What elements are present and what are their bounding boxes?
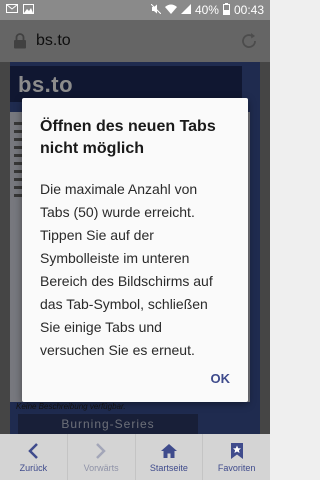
home-icon bbox=[160, 441, 178, 461]
forward-label: Vorwärts bbox=[83, 463, 119, 473]
home-label: Startseite bbox=[149, 463, 188, 473]
wifi-icon bbox=[164, 3, 177, 17]
image-icon bbox=[23, 3, 34, 17]
mute-icon bbox=[150, 3, 162, 17]
status-bar: 40% 00:43 bbox=[0, 0, 270, 20]
forward-arrow-icon bbox=[95, 441, 107, 461]
bookmarks-button[interactable]: Favoriten bbox=[203, 434, 270, 480]
back-arrow-icon bbox=[27, 441, 39, 461]
battery-icon bbox=[222, 2, 230, 18]
signal-icon bbox=[180, 3, 191, 17]
back-button[interactable]: Zurück bbox=[0, 434, 68, 480]
mail-icon bbox=[6, 4, 18, 16]
ok-button[interactable]: OK bbox=[211, 371, 231, 386]
bookmark-star-icon bbox=[230, 441, 244, 461]
dialog-title: Öffnen des neuen Tabs nicht möglich bbox=[40, 118, 216, 157]
tab-limit-dialog: Öffnen des neuen Tabs nicht möglich Die … bbox=[22, 98, 248, 402]
status-right: 40% 00:43 bbox=[150, 2, 270, 18]
bottom-toolbar: Zurück Vorwärts Startseite Favoriten bbox=[0, 434, 270, 480]
battery-level: 40% bbox=[194, 3, 219, 17]
dialog-message: Die maximale Anzahl von Tabs (50) wurde … bbox=[40, 181, 213, 358]
status-left bbox=[0, 3, 34, 17]
forward-button[interactable]: Vorwärts bbox=[68, 434, 136, 480]
clock: 00:43 bbox=[233, 3, 264, 17]
home-button[interactable]: Startseite bbox=[136, 434, 204, 480]
back-label: Zurück bbox=[19, 463, 48, 473]
bookmarks-label: Favoriten bbox=[217, 463, 256, 473]
